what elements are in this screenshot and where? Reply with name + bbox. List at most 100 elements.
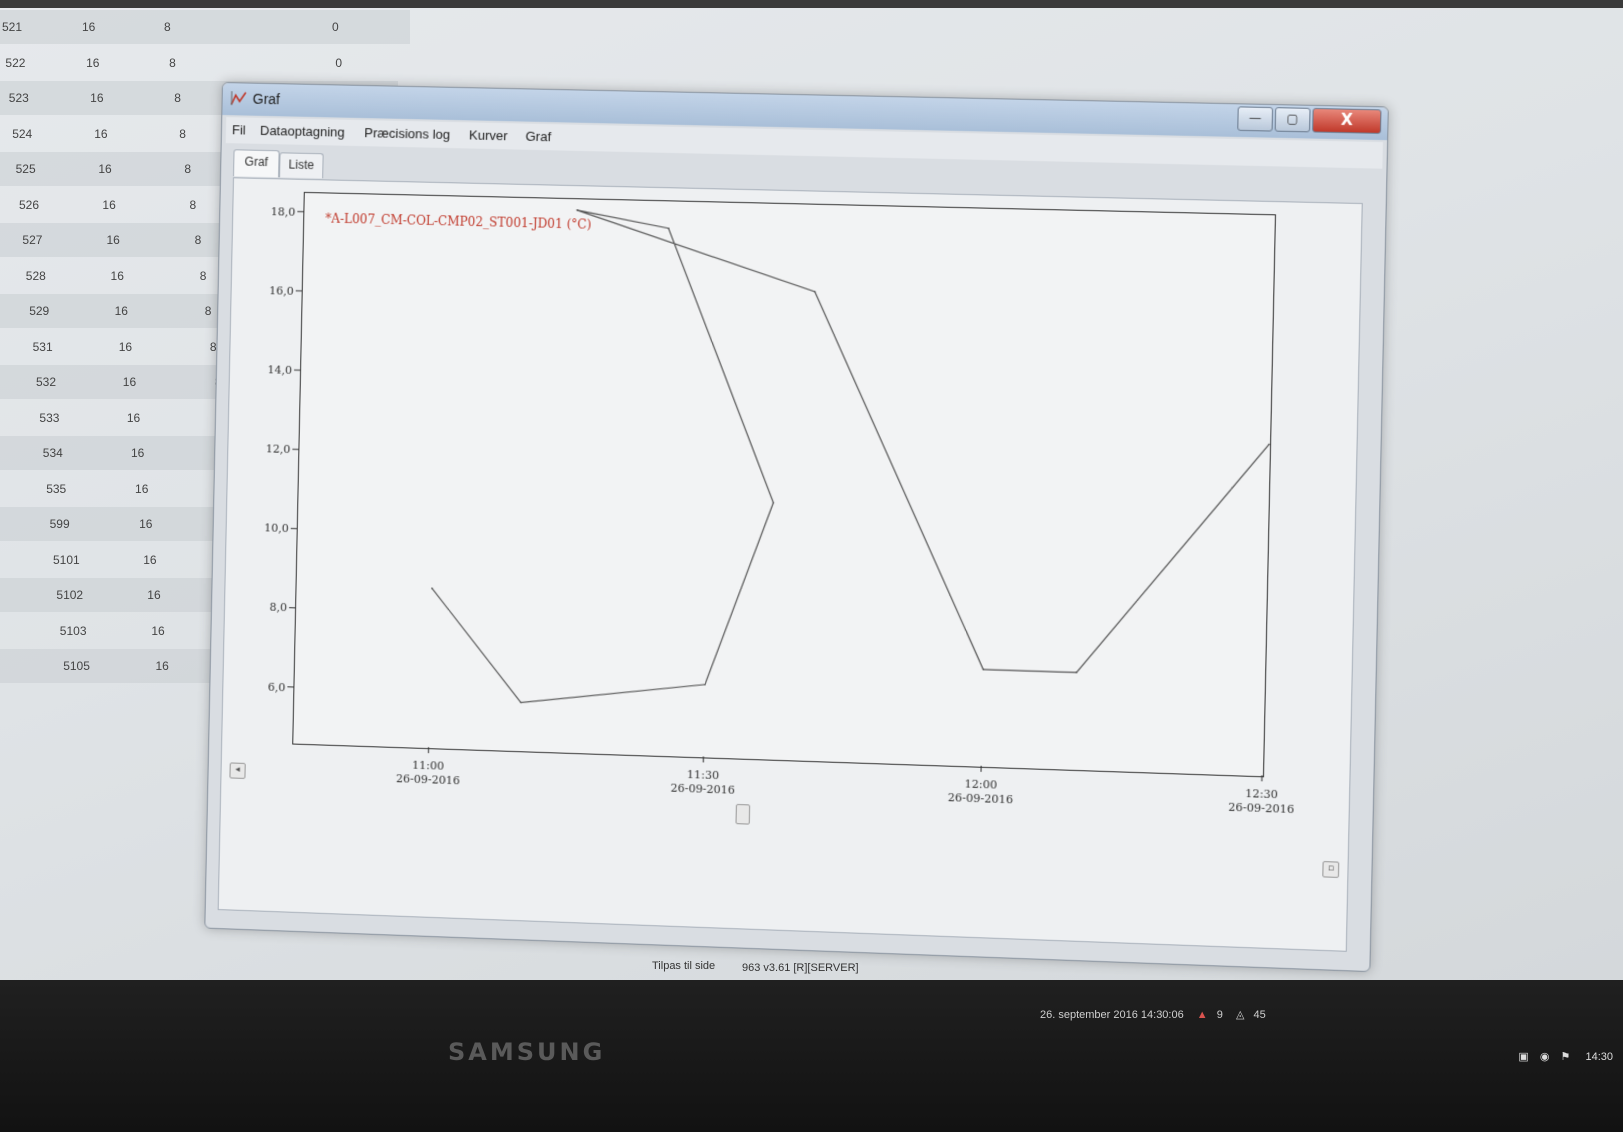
row-value-a: 16 <box>122 375 137 389</box>
row-value-a: 16 <box>135 481 149 496</box>
row-value-a: 16 <box>86 55 100 70</box>
x-tick-label-date: 26-09-2016 <box>948 791 1013 806</box>
row-value-b: 8 <box>204 304 212 318</box>
row-id: 534 <box>42 446 63 460</box>
row-value-b: 8 <box>179 126 186 141</box>
row-value-b: 8 <box>164 20 171 34</box>
tray-clock[interactable]: 14:30 <box>1585 1051 1613 1063</box>
legend-entry: *A-L007_CM-COL-CMP02_ST001-JD01 (°C) <box>325 211 591 231</box>
row-value-a: 16 <box>155 659 169 673</box>
window-title: Graf <box>252 90 281 108</box>
row-id: 599 <box>49 517 70 531</box>
row-value-a: 16 <box>82 20 96 34</box>
x-tick-label-time: 12:00 <box>964 777 997 791</box>
tray-network-icon[interactable]: ▣ <box>1518 1051 1528 1063</box>
row-value-b: 8 <box>189 197 197 212</box>
row-value-c: 0 <box>335 55 343 70</box>
row-value-a: 16 <box>139 517 153 531</box>
row-id: 521 <box>2 20 23 34</box>
row-value-b: 8 <box>184 162 192 176</box>
version-label: 963 v3.61 [R][SERVER] <box>742 962 859 974</box>
x-tick-label-date: 26-09-2016 <box>670 782 735 797</box>
warning-icon: ▲ <box>1196 1009 1208 1021</box>
tab-liste[interactable]: Liste <box>279 152 324 179</box>
row-value-a: 16 <box>98 162 112 176</box>
scroll-left-button[interactable]: ◂ <box>229 762 246 779</box>
zoom-toggle-button[interactable]: ▫ <box>1322 861 1340 878</box>
row-value-a: 16 <box>147 588 161 602</box>
row-value-b: 8 <box>194 233 202 247</box>
menu-item-praecisions-log[interactable]: Præcisions log <box>364 125 450 142</box>
row-value-a: 16 <box>151 623 165 638</box>
row-value-a: 16 <box>114 304 128 318</box>
row-id: 522 <box>5 55 26 70</box>
row-value-a: 16 <box>106 233 120 247</box>
menu-item-kurver[interactable]: Kurver <box>469 127 508 143</box>
scroll-handle[interactable] <box>735 803 751 825</box>
row-id: 533 <box>39 410 60 425</box>
menu-item-graf[interactable]: Graf <box>525 129 551 145</box>
row-id: 532 <box>36 375 57 389</box>
row-id: 527 <box>22 233 43 247</box>
y-tick-label: 14,0 <box>267 363 292 377</box>
status-line: Tilpas til side 963 v3.61 [R][SERVER] <box>0 960 1623 980</box>
x-tick-label-time: 11:00 <box>412 759 444 773</box>
row-id: 5105 <box>63 659 90 673</box>
x-tick-label-date: 26-09-2016 <box>1228 801 1294 817</box>
close-button[interactable]: X <box>1312 107 1382 134</box>
table-row[interactable]: 521 16 8 0 <box>0 10 410 44</box>
tray-flag-icon[interactable]: ⚑ <box>1561 1051 1571 1063</box>
row-value-a: 16 <box>110 268 124 283</box>
row-value-a: 16 <box>102 197 116 212</box>
x-tick-label-time: 11:30 <box>687 768 720 782</box>
system-tray: ▣ ◉ ⚑ 14:30 <box>1518 1050 1613 1063</box>
row-value-b: 8 <box>169 55 176 70</box>
row-value-a: 16 <box>143 552 157 567</box>
maximize-button[interactable]: ▢ <box>1274 107 1311 133</box>
row-value-a: 16 <box>94 126 108 141</box>
row-id: 523 <box>8 91 29 105</box>
monitor-brand: SAMSUNG <box>448 1038 606 1066</box>
line-chart: 18,016,014,012,010,08,06,011:0026-09-201… <box>264 178 1294 817</box>
y-tick-label: 6,0 <box>268 680 286 694</box>
row-id: 531 <box>32 339 53 354</box>
fit-to-page-label[interactable]: Tilpas til side <box>652 960 715 972</box>
status-datetime: 26. september 2016 14:30:06 ▲ 9 ◬ 45 <box>1040 1008 1266 1021</box>
count-b: 45 <box>1253 1009 1266 1021</box>
monitor-bezel <box>0 980 1623 1132</box>
datetime-text: 26. september 2016 14:30:06 <box>1040 1009 1184 1021</box>
graf-window: Graf — ▢ X Fil Dataoptagning Præcisions … <box>204 82 1389 973</box>
row-id: 528 <box>25 268 46 283</box>
tab-graf[interactable]: Graf <box>233 149 280 178</box>
row-value-a: 16 <box>90 91 104 105</box>
y-tick-label: 8,0 <box>269 601 287 615</box>
tab-strip: Graf Liste <box>233 149 324 179</box>
desktop-screen: 521 16 8 0 522 16 8 0 523 16 8 524 16 8 525 16 8 526 16 8 52… <box>0 0 1623 980</box>
menu-item-fil[interactable]: Fil <box>232 122 246 137</box>
row-value-a: 16 <box>130 446 145 460</box>
row-id: 525 <box>15 162 36 176</box>
menu-item-dataoptagning[interactable]: Dataoptagning <box>260 123 345 140</box>
y-tick-label: 16,0 <box>269 284 294 298</box>
x-tick-label-date: 26-09-2016 <box>396 772 460 787</box>
row-value-c: 0 <box>332 20 339 34</box>
minimize-button[interactable]: — <box>1237 106 1274 132</box>
table-row[interactable]: 522 16 8 0 <box>0 46 404 80</box>
tray-volume-icon[interactable]: ◉ <box>1540 1051 1550 1063</box>
row-id: 5101 <box>53 552 80 567</box>
count-a: 9 <box>1216 1009 1223 1021</box>
series-line <box>430 207 1274 727</box>
y-tick-label: 10,0 <box>264 522 289 536</box>
row-id: 524 <box>12 126 33 141</box>
row-id: 5103 <box>59 623 87 638</box>
y-tick-label: 12,0 <box>266 442 291 456</box>
graph-app-icon <box>230 91 247 106</box>
row-value-a: 16 <box>118 339 133 354</box>
row-value-b: 8 <box>199 268 207 283</box>
row-id: 526 <box>19 197 40 212</box>
graph-panel: 18,0 16,0 14,0 12,0 10,0 8,0 6,0 11:00 26-09-201… <box>217 177 1363 952</box>
x-tick-label-time: 12:30 <box>1245 787 1278 801</box>
y-tick-label: 18,0 <box>271 205 296 219</box>
row-id: 5102 <box>56 588 84 602</box>
row-value-b: 8 <box>174 91 181 105</box>
